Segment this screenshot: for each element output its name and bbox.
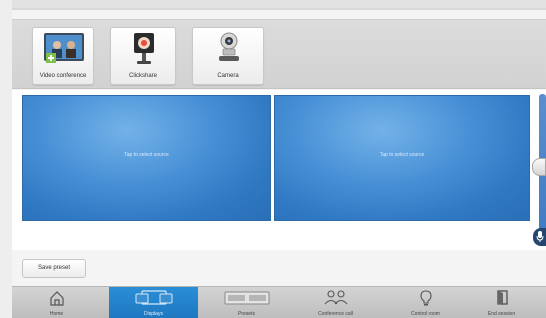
source-clickshare[interactable]: Clickshare — [110, 27, 176, 85]
nav-label: Home — [49, 311, 64, 317]
window-left-edge — [0, 0, 12, 318]
screen-prompt: Tap to select source — [379, 152, 425, 158]
source-video-conference[interactable]: Video conference — [32, 27, 94, 85]
camera-icon — [193, 31, 263, 67]
source-camera[interactable]: Camera — [192, 27, 264, 85]
display-screen-2[interactable]: Tap to select source — [274, 95, 530, 221]
save-preset-button[interactable]: Save preset — [22, 259, 86, 278]
display-area: Tap to select source Tap to select sourc… — [12, 90, 546, 250]
nav-item-displays[interactable]: Displays — [109, 287, 198, 318]
nav-item-end-session[interactable]: End session — [457, 287, 546, 318]
source-label: Camera — [217, 73, 239, 79]
nav-item-conference-call[interactable]: Conference call — [291, 287, 380, 318]
conference-call-icon — [291, 289, 380, 307]
displays-icon — [109, 289, 198, 307]
source-label: Video conference — [39, 73, 87, 79]
home-icon — [12, 289, 101, 307]
nav-label: Displays — [144, 311, 163, 317]
nav-label: End session — [487, 311, 516, 317]
display-screen-1[interactable]: Tap to select source — [22, 95, 271, 221]
nav-label: Conference call — [318, 311, 353, 317]
header-divider — [12, 8, 546, 10]
nav-item-presets[interactable]: Presets — [202, 287, 291, 318]
clickshare-icon — [111, 31, 175, 67]
end-session-icon — [457, 289, 546, 307]
source-strip: Video conference Clickshare Camera — [12, 19, 546, 89]
source-label: Clickshare — [128, 73, 157, 79]
volume-slider-knob[interactable] — [532, 158, 546, 176]
presets-icon — [202, 289, 291, 307]
nav-item-home[interactable]: Home — [12, 287, 101, 318]
microphone-button[interactable] — [533, 228, 546, 246]
window-top-edge — [0, 0, 546, 8]
video-conference-icon — [33, 31, 93, 67]
screen-prompt: Tap to select source — [124, 152, 169, 158]
microphone-icon — [536, 231, 544, 242]
bottom-nav: Home Displays Presets Conference call Co… — [12, 286, 546, 318]
nav-label: Presets — [238, 311, 255, 317]
